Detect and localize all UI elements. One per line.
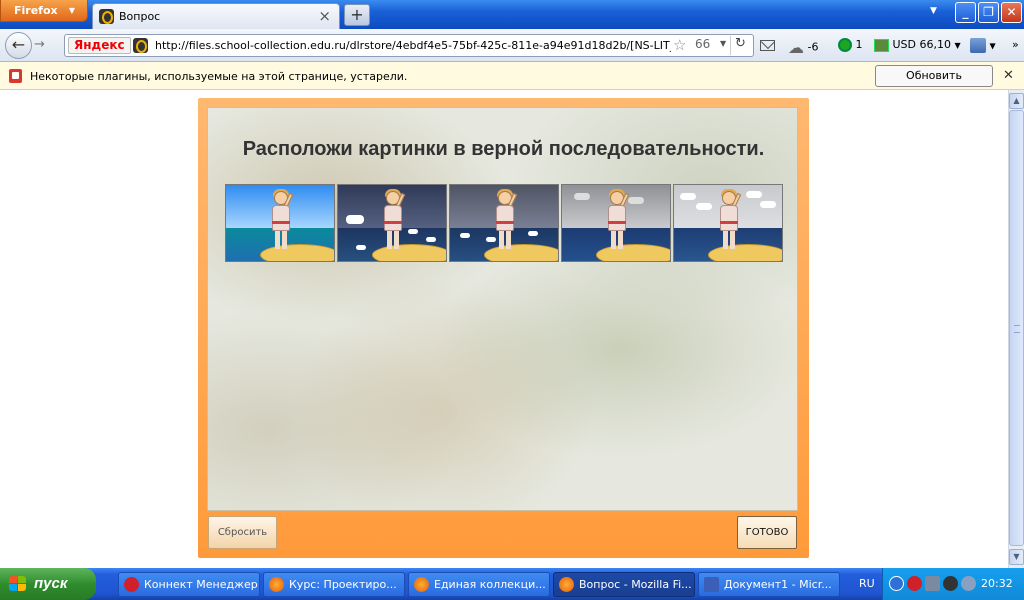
task-question-firefox[interactable]: Вопрос - Mozilla Fi... — [553, 572, 695, 597]
task-collection[interactable]: Единая коллекци... — [408, 572, 550, 597]
firefox-menu-label: Firefox — [14, 4, 58, 17]
camera-icon[interactable] — [943, 576, 958, 591]
bookmark-star-icon[interactable]: ☆ — [673, 36, 686, 54]
back-button[interactable]: ← — [5, 32, 32, 59]
task-course[interactable]: Курс: Проектиро... — [263, 572, 405, 597]
bookmarks-menu-button[interactable]: ▼ — [970, 38, 996, 53]
language-indicator[interactable]: RU — [859, 577, 875, 590]
update-plugins-button[interactable]: Обновить плагины... — [875, 65, 993, 102]
chevron-down-icon: ▼ — [68, 6, 75, 15]
weather-widget[interactable]: ☁ -6 — [788, 38, 818, 57]
task-word-document[interactable]: Документ1 - Micr... — [698, 572, 840, 597]
navigation-bar: ← → Яндекс http://files.school-collectio… — [0, 29, 1024, 62]
taskbar: пуск Коннект Менеджер Курс: Проектиро...… — [0, 568, 1024, 600]
url-history-chevron-icon[interactable]: ▼ — [720, 39, 726, 48]
forward-button[interactable]: → — [34, 37, 45, 52]
mail-icon — [760, 39, 775, 51]
notification-text: Некоторые плагины, используемые на этой … — [30, 70, 408, 83]
notifications-count: 1 — [855, 38, 863, 51]
bookmarks-icon — [970, 38, 986, 53]
scroll-down-icon[interactable]: ▼ — [1009, 549, 1024, 565]
tray-expand-icon[interactable] — [889, 576, 904, 591]
opera-icon — [124, 577, 139, 592]
exercise-panel: Расположи картинки в верной последовател… — [207, 107, 798, 511]
new-tab-button[interactable]: + — [344, 4, 370, 26]
scrollbar-thumb[interactable] — [1009, 110, 1024, 546]
network-icon[interactable] — [925, 576, 940, 591]
firefox-icon — [414, 577, 429, 592]
task-label: Коннект Менеджер — [144, 578, 258, 591]
reset-button[interactable]: Сбросить — [208, 516, 277, 549]
tab-list-chevron-icon[interactable]: ▼ — [930, 6, 937, 16]
title-bar: Firefox ▼ Вопрос × + ▼ _ ❐ ✕ — [0, 0, 1024, 29]
volume-icon[interactable] — [961, 576, 976, 591]
site-favicon-icon — [133, 38, 148, 53]
exercise-widget: Расположи картинки в верной последовател… — [198, 98, 809, 558]
tab-active[interactable]: Вопрос × — [92, 3, 340, 29]
picture-card-grey-sky[interactable] — [561, 184, 671, 262]
start-label: пуск — [34, 575, 68, 592]
currency-rate: USD 66,10 — [892, 38, 952, 51]
plugin-notification-bar: Некоторые плагины, используемые на этой … — [0, 62, 1024, 102]
overflow-chevron-icon[interactable]: » — [1012, 38, 1019, 51]
notification-icon — [838, 38, 852, 52]
bookmarks-chevron-icon: ▼ — [989, 41, 996, 51]
task-label: Курс: Проектиро... — [289, 578, 397, 591]
cloud-icon: ☁ — [788, 38, 804, 57]
vertical-scrollbar[interactable]: ▲ ▼ — [1008, 90, 1024, 568]
picture-card-storm[interactable] — [337, 184, 447, 262]
windows-logo-icon — [9, 576, 27, 592]
opera-favicon-icon — [99, 9, 114, 24]
yandex-search-brand[interactable]: Яндекс — [68, 37, 131, 54]
firefox-icon — [269, 577, 284, 592]
page-content: Расположи картинки в верной последовател… — [0, 90, 1008, 568]
start-button[interactable]: пуск — [0, 568, 96, 600]
firefox-icon — [559, 577, 574, 592]
weather-temperature: -6 — [807, 40, 819, 54]
firefox-menu-button[interactable]: Firefox ▼ — [0, 0, 88, 22]
tab-close-icon[interactable]: × — [318, 7, 331, 25]
minimize-button[interactable]: _ — [955, 2, 976, 23]
tab-label: Вопрос — [119, 10, 161, 23]
chart-icon — [874, 38, 889, 52]
plugin-icon — [9, 69, 22, 83]
picture-card-calm-sea[interactable] — [225, 184, 335, 262]
opera-tray-icon[interactable] — [907, 576, 922, 591]
close-window-button[interactable]: ✕ — [1001, 2, 1022, 23]
yandex-brand-text: Яндекс — [74, 38, 125, 52]
scroll-up-icon[interactable]: ▲ — [1009, 93, 1024, 109]
picture-card-dark-sea[interactable] — [449, 184, 559, 262]
done-button[interactable]: готово — [737, 516, 797, 549]
word-icon — [704, 577, 719, 592]
picture-sequence — [225, 184, 783, 262]
mail-button[interactable] — [760, 38, 775, 51]
clock: 20:32 — [981, 577, 1013, 590]
picture-card-clouds[interactable] — [673, 184, 783, 262]
reload-icon[interactable]: ↻ — [730, 36, 750, 55]
task-label: Вопрос - Mozilla Fi... — [579, 578, 692, 591]
currency-chevron-icon: ▼ — [954, 41, 961, 50]
url-text[interactable]: http://files.school-collection.edu.ru/dl… — [155, 39, 671, 52]
task-title: Расположи картинки в верной последовател… — [242, 138, 765, 160]
task-label: Единая коллекци... — [434, 578, 546, 591]
address-bar[interactable]: Яндекс http://files.school-collection.ed… — [64, 34, 754, 57]
currency-widget[interactable]: USD 66,10 ▼ — [874, 38, 961, 52]
task-label: Документ1 - Micr... — [724, 578, 832, 591]
restore-button[interactable]: ❐ — [978, 2, 999, 23]
notifications-widget[interactable]: 1 — [838, 38, 863, 52]
task-connect-manager[interactable]: Коннект Менеджер — [118, 572, 260, 597]
close-icon[interactable]: ✕ — [1003, 68, 1014, 83]
reader-glasses-icon[interactable]: 66 — [695, 37, 710, 51]
